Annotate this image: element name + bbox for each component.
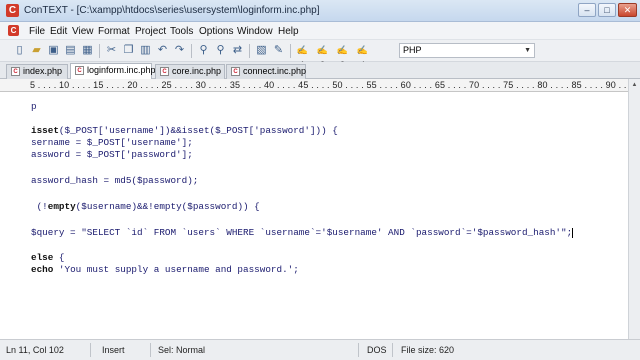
find-next-icon[interactable]: ⚲ — [213, 43, 228, 58]
menu-bar: C File Edit View Format Project Tools Op… — [0, 22, 640, 40]
tab-strip: C index.php C loginform.inc.php C core.i… — [0, 62, 640, 79]
code-line-current: $query = "SELECT `id` FROM `users` WHERE… — [31, 227, 574, 238]
language-select-value: PHP — [403, 45, 422, 55]
php-file-icon: C — [231, 67, 240, 76]
language-select[interactable]: PHP ▼ — [399, 43, 535, 58]
insert-mode: Insert — [102, 345, 125, 355]
tool-icon[interactable]: ✎ — [271, 43, 286, 58]
status-separator — [90, 343, 91, 357]
chevron-down-icon: ▼ — [524, 47, 531, 54]
menu-window[interactable]: Window — [237, 26, 273, 37]
menu-file[interactable]: File — [29, 26, 45, 37]
toolbar-separator — [290, 44, 291, 58]
app-logo-icon: C — [6, 4, 19, 17]
tab-label: core.inc.php — [172, 66, 222, 76]
menu-project[interactable]: Project — [135, 26, 166, 37]
title-bar: C ConTEXT - [C:\xampp\htdocs\series\user… — [0, 0, 640, 22]
tab-label: loginform.inc.php — [87, 65, 156, 75]
vertical-scrollbar[interactable]: ▲ — [628, 79, 640, 339]
tab-label: connect.inc.php — [243, 66, 307, 76]
highlighter-1-icon[interactable]: ✍1 — [295, 43, 310, 70]
status-separator — [150, 343, 151, 357]
menu-format[interactable]: Format — [98, 26, 130, 37]
code-line: sername = $_POST['username']; — [31, 137, 193, 148]
replace-icon[interactable]: ⇄ — [230, 43, 245, 58]
toolbar: ▯ ▰ ▣ ▤ ▦ ✂ ❐ ▥ ↶ ↷ ⚲ ⚲ ⇄ ▧ ✎ ✍1 ✍2 ✍3 ✍… — [0, 40, 640, 70]
code-line: assword_hash = md5($password); — [31, 175, 199, 186]
tab-loginform-inc-php[interactable]: C loginform.inc.php — [70, 63, 156, 79]
print-icon[interactable]: ▦ — [80, 43, 95, 58]
menu-edit[interactable]: Edit — [50, 26, 67, 37]
toolbar-separator — [249, 44, 250, 58]
minimize-button[interactable]: – — [578, 3, 596, 17]
clipboard-icon[interactable]: ▧ — [254, 43, 269, 58]
highlighter-4-icon[interactable]: ✍4 — [355, 43, 370, 70]
tab-label: index.php — [23, 66, 63, 76]
copy-icon[interactable]: ❐ — [121, 43, 136, 58]
highlighter-2-icon[interactable]: ✍2 — [315, 43, 330, 70]
save-icon[interactable]: ▣ — [46, 43, 61, 58]
status-separator — [392, 343, 393, 357]
open-folder-icon[interactable]: ▰ — [29, 43, 44, 58]
tab-index-php[interactable]: C index.php — [6, 64, 68, 79]
paste-icon[interactable]: ▥ — [138, 43, 153, 58]
selection-mode: Sel: Normal — [158, 345, 206, 355]
tab-connect-inc-php[interactable]: C connect.inc.php — [226, 64, 306, 79]
toolbar-separator — [99, 44, 100, 58]
code-line: assword = $_POST['password']; — [31, 149, 193, 160]
cut-icon[interactable]: ✂ — [104, 43, 119, 58]
code-line: else { — [31, 252, 65, 263]
code-line: isset($_POST['username'])&&isset($_POST[… — [31, 125, 338, 136]
file-size: File size: 620 — [401, 345, 455, 355]
menu-tools[interactable]: Tools — [170, 26, 193, 37]
scroll-up-icon[interactable]: ▲ — [630, 80, 639, 90]
php-file-icon: C — [75, 66, 84, 75]
ruler-scale: 5 . . . . 10 . . . . 15 . . . . 20 . . .… — [30, 80, 628, 90]
code-editor[interactable]: p isset($_POST['username'])&&isset($_POS… — [0, 92, 628, 339]
php-file-icon: C — [11, 67, 20, 76]
find-icon[interactable]: ⚲ — [196, 43, 211, 58]
code-line: p — [31, 101, 37, 112]
maximize-button[interactable]: □ — [598, 3, 616, 17]
cursor-position: Ln 11, Col 102 — [6, 345, 64, 355]
menu-options[interactable]: Options — [199, 26, 233, 37]
status-separator — [358, 343, 359, 357]
tab-core-inc-php[interactable]: C core.inc.php — [155, 64, 225, 79]
line-ending-format: DOS — [367, 345, 387, 355]
redo-icon[interactable]: ↷ — [172, 43, 187, 58]
close-button[interactable]: ✕ — [618, 3, 637, 17]
window-title: ConTEXT - [C:\xampp\htdocs\series\usersy… — [24, 5, 320, 16]
code-line: (!empty($username)&&!empty($password)) { — [31, 201, 260, 212]
highlighter-3-icon[interactable]: ✍3 — [335, 43, 350, 70]
code-line: echo 'You must supply a username and pas… — [31, 264, 299, 275]
text-caret — [572, 227, 574, 238]
new-file-icon[interactable]: ▯ — [12, 43, 27, 58]
column-ruler: 5 . . . . 10 . . . . 15 . . . . 20 . . .… — [0, 79, 628, 92]
system-menu-icon[interactable]: C — [8, 25, 19, 36]
status-bar: Ln 11, Col 102 Insert Sel: Normal DOS Fi… — [0, 339, 640, 360]
undo-icon[interactable]: ↶ — [155, 43, 170, 58]
menu-view[interactable]: View — [72, 26, 94, 37]
menu-help[interactable]: Help — [278, 26, 299, 37]
save-all-icon[interactable]: ▤ — [63, 43, 78, 58]
toolbar-separator — [191, 44, 192, 58]
php-file-icon: C — [160, 67, 169, 76]
